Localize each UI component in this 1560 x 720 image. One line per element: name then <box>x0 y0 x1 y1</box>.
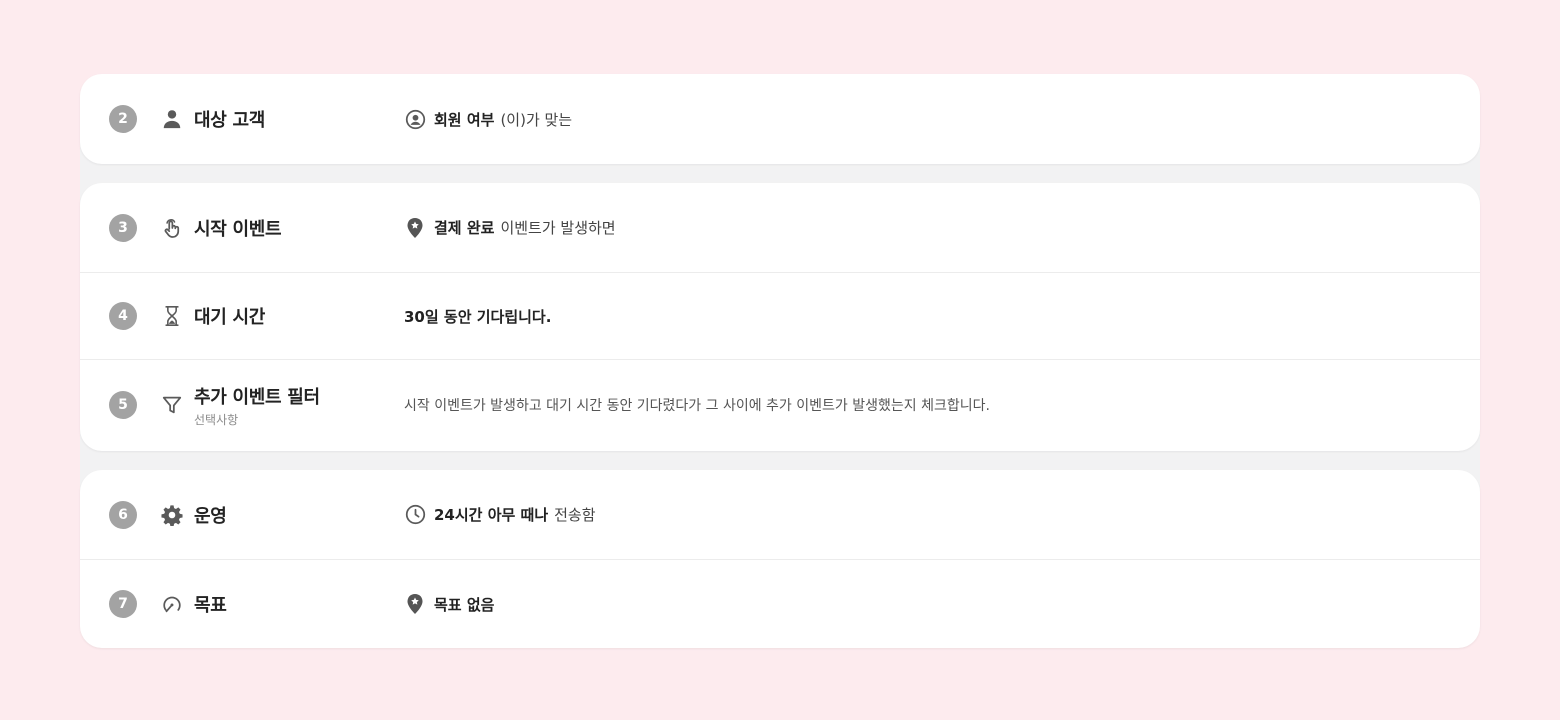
step-title-group: 대기 시간 <box>194 303 265 329</box>
step-row-operation[interactable]: 6 운영 24시간 아무 때나 전송함 <box>80 470 1480 559</box>
step-row-target-audience[interactable]: 2 대상 고객 회원 여부 (이)가 맞는 <box>80 74 1480 164</box>
step-title-group: 시작 이벤트 <box>194 215 282 241</box>
step-number-badge: 2 <box>109 105 137 133</box>
step-title-group: 추가 이벤트 필터 선택사항 <box>194 383 320 428</box>
detail-text: (이)가 맞는 <box>500 110 573 129</box>
step-number-badge: 6 <box>109 500 137 529</box>
step-detail: 결제 완료 이벤트가 발생하면 <box>404 217 616 239</box>
location-pin-icon <box>404 593 426 615</box>
step-detail: 시작 이벤트가 발생하고 대기 시간 동안 기다렸다가 그 사이에 추가 이벤트… <box>404 395 990 415</box>
step-title: 시작 이벤트 <box>194 218 282 240</box>
step-title: 대기 시간 <box>194 307 266 328</box>
step-number-badge: 5 <box>109 391 137 419</box>
detail-emphasis: 24시간 아무 때나 <box>434 506 549 524</box>
step-title-group: 대상 고객 <box>194 106 265 132</box>
goal-gauge-icon <box>160 592 184 616</box>
step-detail: 30일 동안 기다립니다. <box>404 306 557 327</box>
step-detail: 회원 여부 (이)가 맞는 <box>404 108 572 130</box>
detail-emphasis: 결제 완료 <box>434 219 495 237</box>
step-row-additional-event-filter[interactable]: 5 추가 이벤트 필터 선택사항 시작 이벤트가 발생하고 대기 시간 동안 기… <box>80 359 1480 450</box>
step-number-badge: 7 <box>109 590 137 618</box>
location-pin-icon <box>404 217 426 239</box>
target-audience-panel: 2 대상 고객 회원 여부 (이)가 맞는 <box>80 74 1480 164</box>
detail-emphasis: 30일 동안 기다립니다. <box>404 307 552 326</box>
detail-emphasis: 회원 여부 <box>434 110 495 129</box>
step-row-wait-time[interactable]: 4 대기 시간 30일 동안 기다립니다. <box>80 272 1480 359</box>
detail-text: 시작 이벤트가 발생하고 대기 시간 동안 기다렸다가 그 사이에 추가 이벤트… <box>404 398 990 414</box>
user-circle-icon <box>404 108 426 130</box>
step-title: 추가 이벤트 필터 <box>194 386 320 408</box>
operation-panel: 6 운영 24시간 아무 때나 전송함 7 목표 목표 없음 <box>80 470 1480 648</box>
person-icon <box>160 107 184 131</box>
step-title-group: 목표 <box>194 591 227 617</box>
step-detail: 24시간 아무 때나 전송함 <box>404 504 596 526</box>
step-row-start-event[interactable]: 3 시작 이벤트 결제 완료 이벤트가 발생하면 <box>80 183 1480 272</box>
tap-hand-icon <box>160 216 184 240</box>
step-title: 운영 <box>194 505 227 527</box>
hourglass-icon <box>160 304 184 328</box>
step-detail: 목표 없음 <box>404 593 500 615</box>
step-number-badge: 4 <box>109 302 137 330</box>
optional-label: 선택사항 <box>194 412 239 427</box>
filter-icon <box>160 393 184 417</box>
step-number-badge: 3 <box>109 213 137 242</box>
step-title: 대상 고객 <box>194 110 266 131</box>
step-row-goal[interactable]: 7 목표 목표 없음 <box>80 559 1480 648</box>
gear-icon <box>160 503 184 527</box>
detail-text: 이벤트가 발생하면 <box>500 219 616 237</box>
detail-emphasis: 목표 없음 <box>434 595 495 614</box>
clock-icon <box>404 504 426 526</box>
step-title-group: 운영 <box>194 502 227 528</box>
trigger-panel: 3 시작 이벤트 결제 완료 이벤트가 발생하면 4 대기 시간 30일 동안 … <box>80 183 1480 451</box>
step-title: 목표 <box>194 595 227 616</box>
detail-text: 전송함 <box>554 506 596 524</box>
